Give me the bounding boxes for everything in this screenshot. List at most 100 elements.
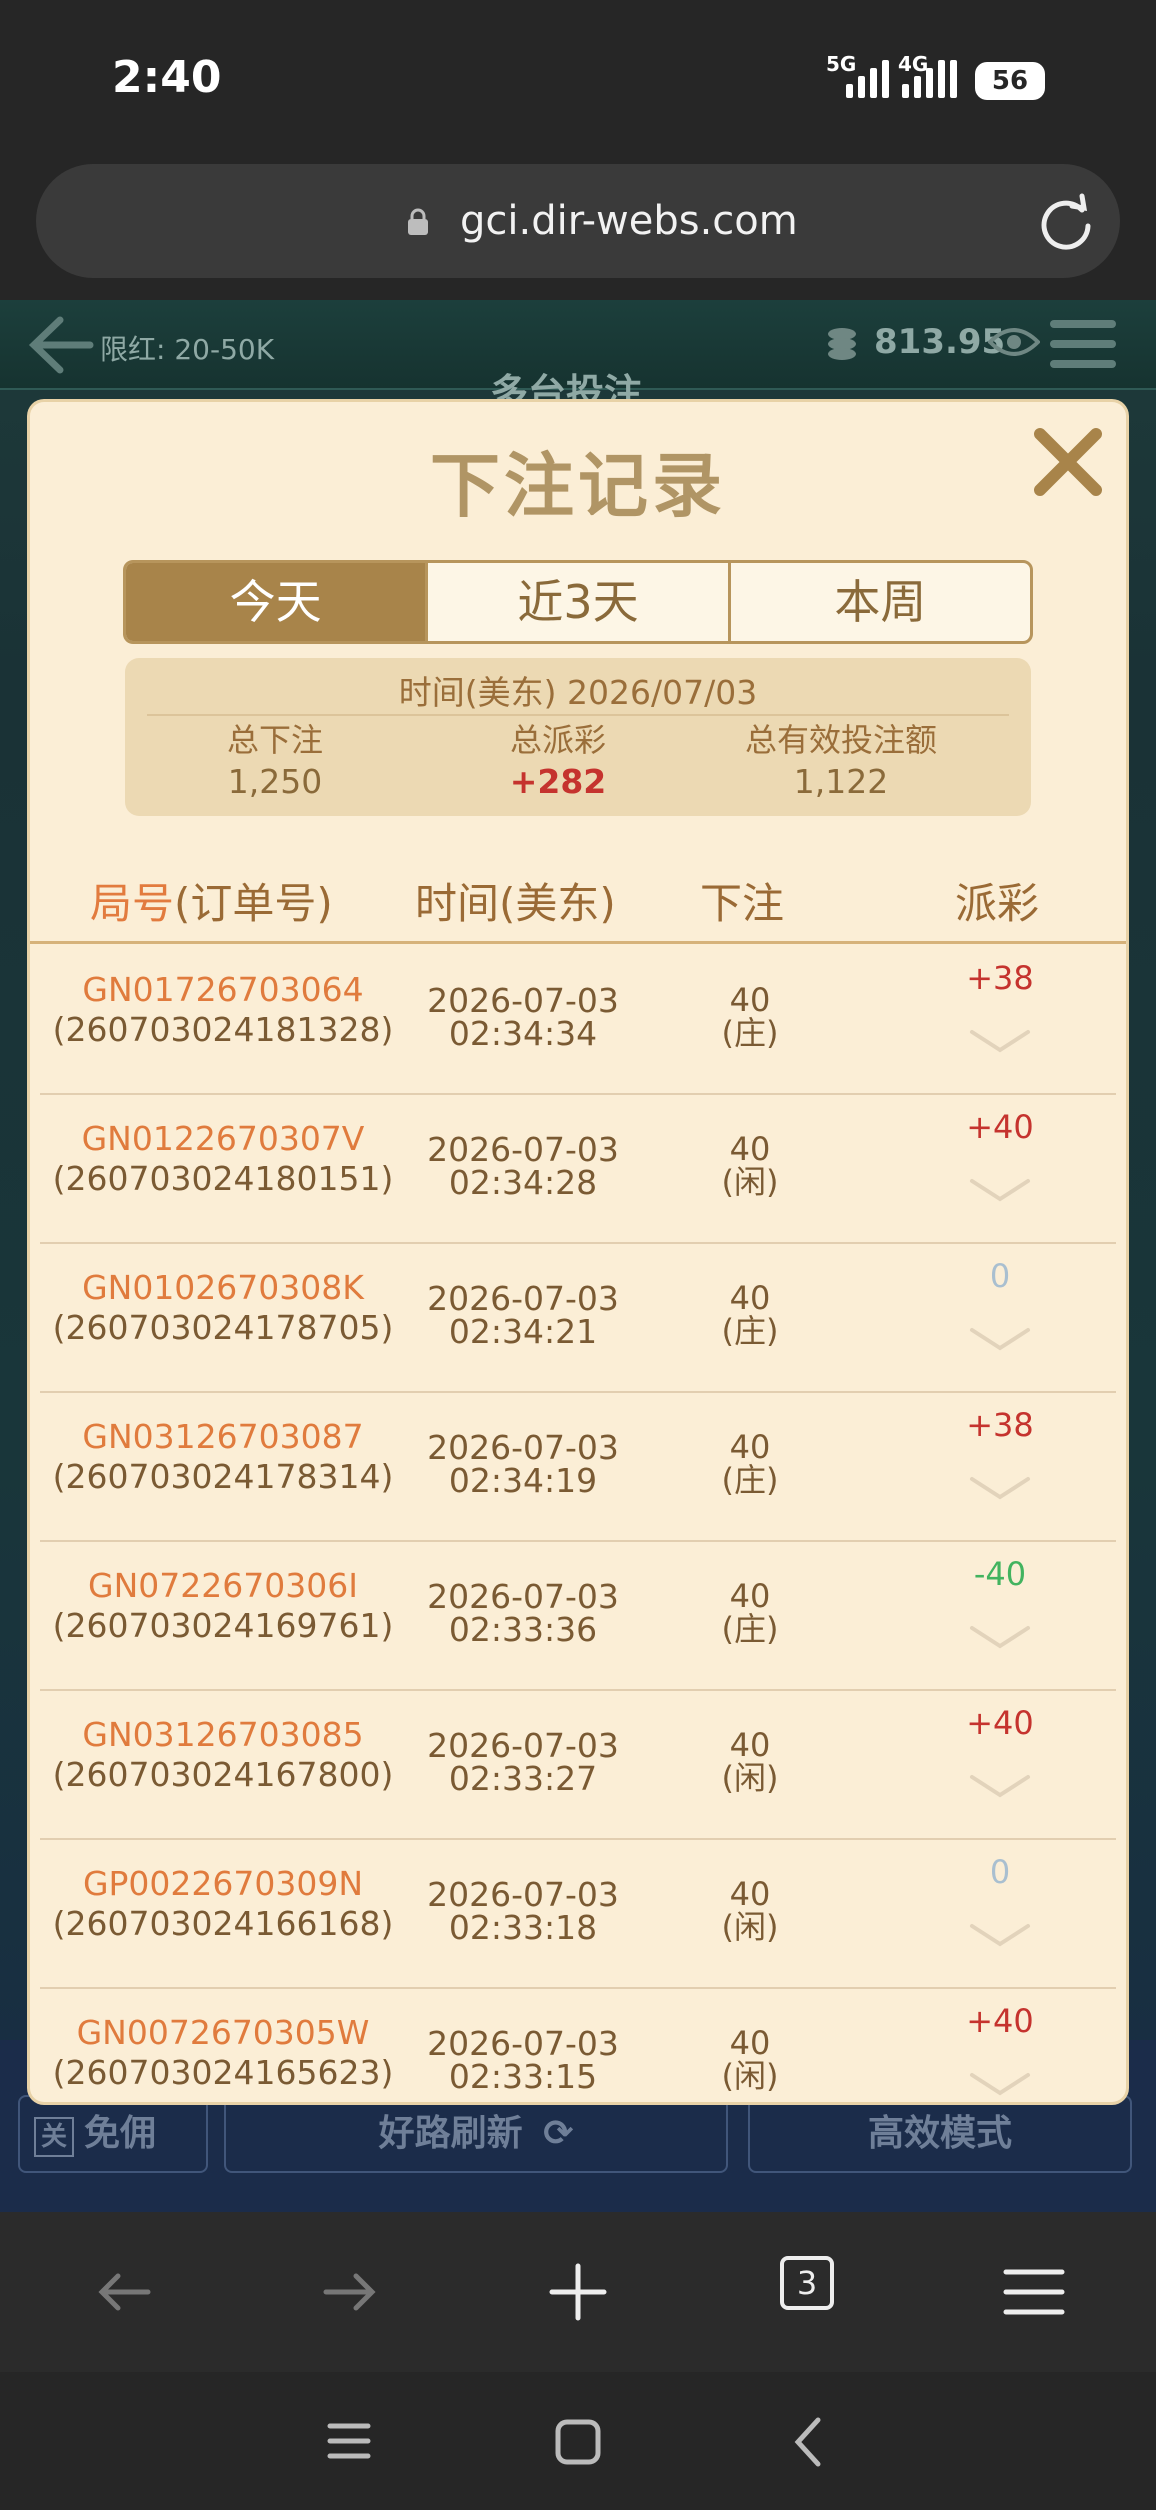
round-id: GN01726703064	[82, 970, 364, 1009]
lock-icon	[408, 208, 428, 235]
network-label: 5G	[826, 52, 857, 76]
round-id: GN0722670306I	[88, 1566, 358, 1605]
payout-value: -40	[973, 1555, 1027, 1593]
table-row[interactable]: GN0722670306I (260703024169761) 2026-07-03…	[40, 1542, 1116, 1691]
round-id: GN0072670305W	[76, 2013, 370, 2052]
bet-cell: 40 (庄)	[700, 984, 800, 1050]
time-cell: 2026-07-03 02:34:21	[418, 1282, 628, 1348]
recent-apps-icon[interactable]	[326, 2418, 372, 2464]
bet-date: 2026-07-03	[427, 1279, 619, 1318]
table-row[interactable]: GN03126703087 (260703024178314) 2026-07-03…	[40, 1393, 1116, 1542]
new-tab-icon[interactable]	[542, 2256, 614, 2328]
bet-cell: 40 (庄)	[700, 1580, 800, 1646]
time-cell: 2026-07-03 02:33:15	[418, 2027, 628, 2093]
eye-icon[interactable]	[988, 324, 1040, 360]
menu-icon[interactable]	[1048, 316, 1118, 372]
order-number: (260703024167800)	[52, 1755, 394, 1794]
bet-side: (庄)	[721, 1014, 779, 1052]
bet-date: 2026-07-03	[427, 2024, 619, 2063]
limit-label: 限红: 20-50K	[100, 333, 275, 366]
bet-amount: 40	[729, 1875, 771, 1913]
chevron-down-icon[interactable]	[968, 1622, 1032, 1652]
bet-amount: 40	[729, 1726, 771, 1764]
round-id: GN0102670308K	[82, 1268, 364, 1307]
bet-amount: 40	[729, 1577, 771, 1615]
tab-today[interactable]: 今天	[126, 563, 429, 641]
table-header: 局号(订单号) 时间(美东) 下注 派彩	[30, 862, 1126, 944]
total-valid-bet-value: 1,122	[793, 762, 889, 801]
time-cell: 2026-07-03 02:34:19	[418, 1431, 628, 1497]
date-range-tabs: 今天 近3天 本周	[123, 560, 1033, 644]
bet-date: 2026-07-03	[427, 1428, 619, 1467]
chevron-down-icon[interactable]	[968, 1771, 1032, 1801]
bet-side: (庄)	[721, 1610, 779, 1648]
refresh-icon: ⟳	[543, 2113, 574, 2154]
bet-amount: 40	[729, 981, 771, 1019]
round-cell: GN0722670306I (260703024169761)	[40, 1542, 406, 1646]
table-row[interactable]: GN01726703064 (260703024181328) 2026-07-03…	[40, 946, 1116, 1095]
table-row[interactable]: GP0022670309N (260703024166168) 2026-07-03…	[40, 1840, 1116, 1989]
order-number: (260703024180151)	[52, 1159, 394, 1198]
total-valid-bet-label: 总有效投注额	[744, 721, 937, 759]
bet-cell: 40 (闲)	[700, 1729, 800, 1795]
bet-time: 02:33:18	[448, 1908, 598, 1947]
chevron-down-icon[interactable]	[968, 1026, 1032, 1056]
table-row[interactable]: GN0102670308K (260703024178705) 2026-07-03…	[40, 1244, 1116, 1393]
tabs-count-button[interactable]: 3	[780, 2256, 834, 2310]
efficient-mode-button[interactable]: 高效模式	[748, 2095, 1132, 2173]
table-row[interactable]: GN03126703085 (260703024167800) 2026-07-03…	[40, 1691, 1116, 1840]
time-cell: 2026-07-03 02:34:28	[418, 1133, 628, 1199]
payout-value: +40	[966, 1108, 1034, 1146]
round-id: GN0122670307V	[81, 1119, 365, 1158]
round-cell: GN03126703085 (260703024167800)	[40, 1691, 406, 1795]
order-number: (260703024166168)	[52, 1904, 394, 1943]
close-icon[interactable]	[1030, 424, 1106, 500]
tab-3-days[interactable]: 近3天	[428, 563, 731, 641]
payout-value: 0	[989, 1257, 1011, 1295]
total-payout-value: +282	[509, 762, 607, 801]
forward-icon[interactable]	[314, 2256, 386, 2328]
browser-menu-icon[interactable]	[998, 2256, 1070, 2328]
reload-icon[interactable]	[1036, 192, 1096, 252]
bet-cell: 40 (闲)	[700, 1878, 800, 1944]
chevron-down-icon[interactable]	[968, 1175, 1032, 1205]
table-row[interactable]: GN0122670307V (260703024180151) 2026-07-03…	[40, 1095, 1116, 1244]
time-cell: 2026-07-03 02:34:34	[418, 984, 628, 1050]
round-id: GP0022670309N	[82, 1864, 364, 1903]
chevron-down-icon[interactable]	[968, 2069, 1032, 2099]
toggle-tag: 关	[34, 2117, 74, 2157]
order-number: (260703024178314)	[52, 1457, 394, 1496]
home-icon[interactable]	[554, 2418, 602, 2466]
column-header-payout: 派彩	[955, 879, 1040, 928]
chevron-down-icon[interactable]	[968, 1920, 1032, 1950]
refresh-roads-button[interactable]: 好路刷新 ⟳	[224, 2095, 728, 2173]
url-bar[interactable]: gci.dir-webs.com	[36, 164, 1120, 278]
free-commission-toggle[interactable]: 关免佣	[18, 2095, 208, 2173]
bet-side: (庄)	[721, 1461, 779, 1499]
back-arrow-icon[interactable]	[24, 314, 94, 376]
url-text[interactable]: gci.dir-webs.com	[460, 198, 798, 244]
chevron-down-icon[interactable]	[968, 1324, 1032, 1354]
round-id: GN03126703087	[82, 1417, 364, 1456]
free-commission-label: 免佣	[84, 2113, 157, 2154]
efficient-mode-label: 高效模式	[867, 2113, 1012, 2154]
back-icon[interactable]	[88, 2256, 160, 2328]
bet-date: 2026-07-03	[427, 1875, 619, 1914]
signal-5g-icon: 5G	[826, 52, 889, 98]
bet-cell: 40 (庄)	[700, 1282, 800, 1348]
bet-side: (闲)	[721, 1163, 779, 1201]
bet-time: 02:33:27	[448, 1759, 598, 1798]
bet-date: 2026-07-03	[427, 1577, 619, 1616]
bet-date: 2026-07-03	[427, 1726, 619, 1765]
signal-4g-icon: 4G	[898, 52, 957, 98]
browser-toolbar: 3	[0, 2212, 1156, 2372]
table-row[interactable]: GN0072670305W (260703024165623) 2026-07-03…	[40, 1989, 1116, 2102]
bet-time: 02:33:36	[448, 1610, 598, 1649]
battery-icon: 56	[975, 62, 1045, 100]
chevron-down-icon[interactable]	[968, 1473, 1032, 1503]
refresh-roads-label: 好路刷新	[378, 2113, 523, 2154]
back-nav-icon[interactable]	[788, 2416, 828, 2468]
order-number: (260703024165623)	[52, 2053, 394, 2092]
bet-history-modal: 下注记录 今天 近3天 本周 时间(美东) 2026/07/03 总下注 1,2…	[30, 402, 1126, 2102]
tab-this-week[interactable]: 本周	[731, 563, 1030, 641]
